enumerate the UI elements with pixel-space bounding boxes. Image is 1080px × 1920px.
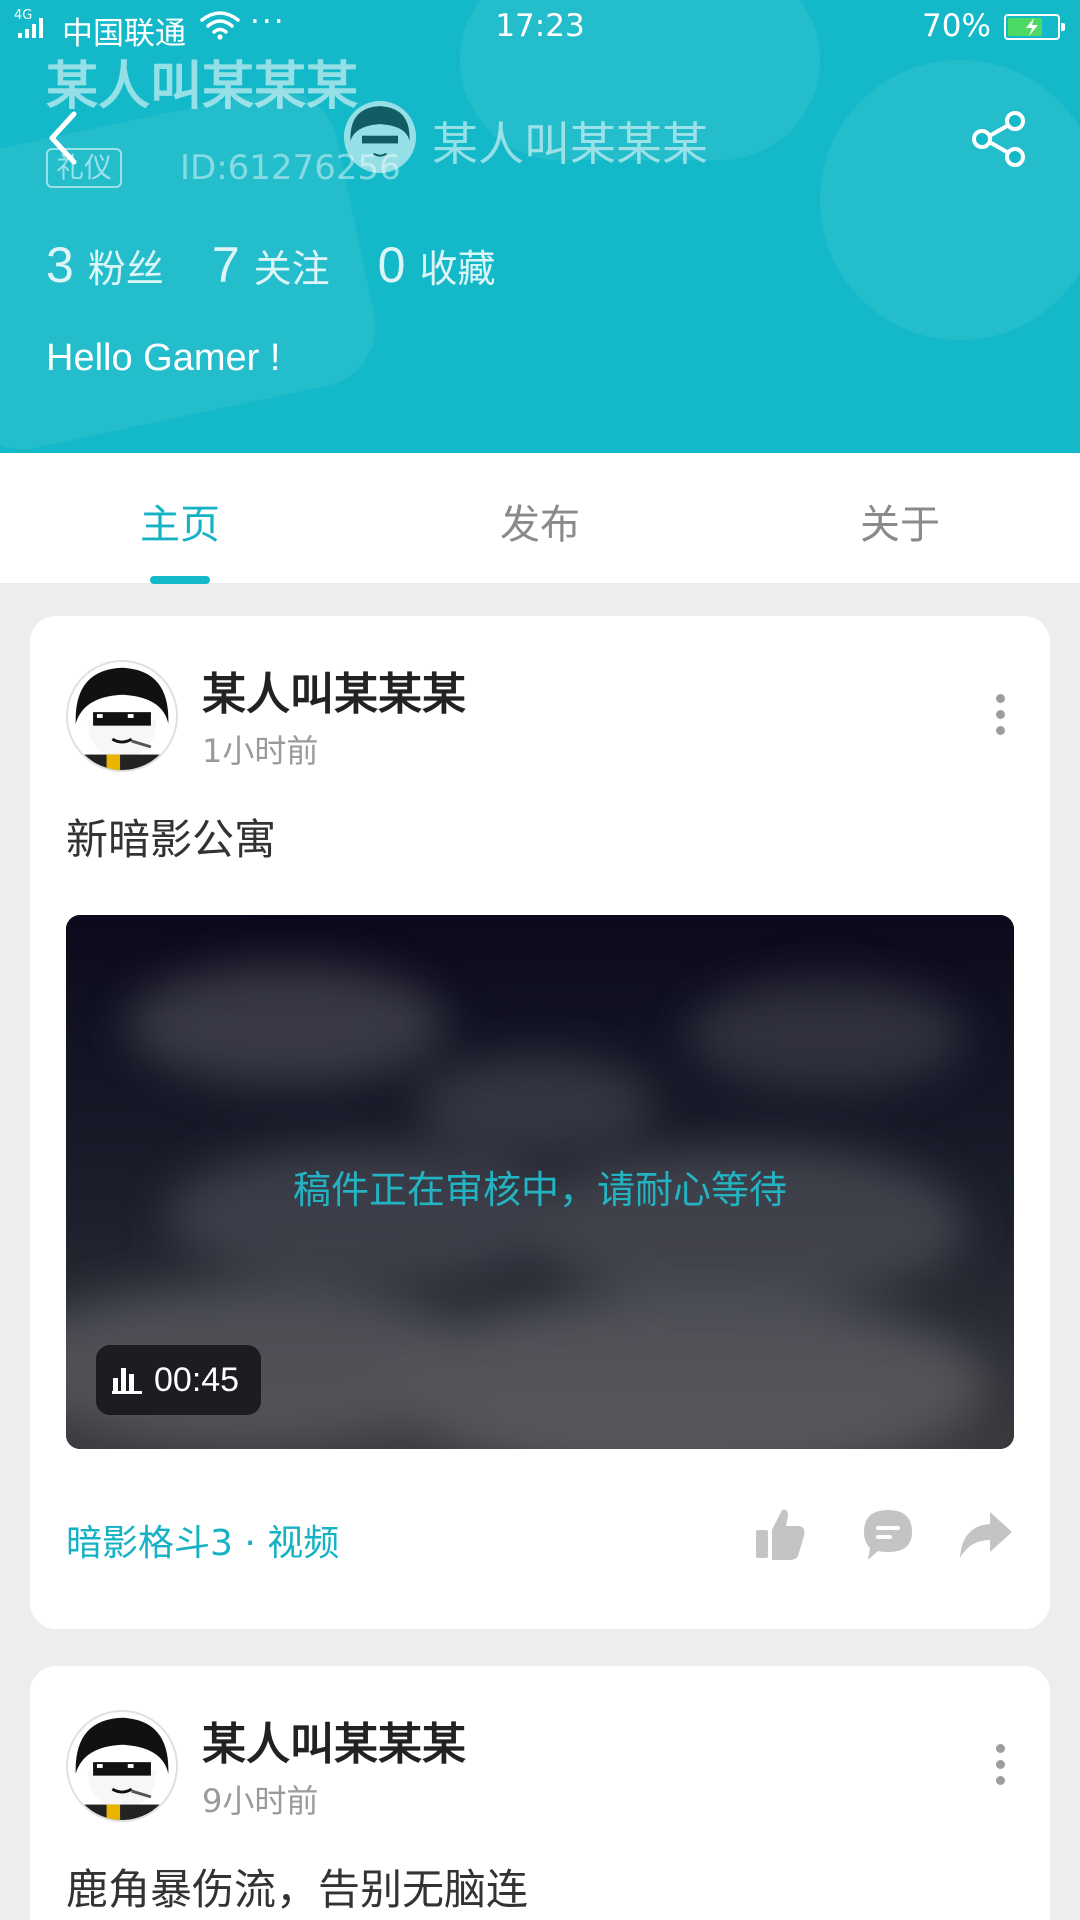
forward-icon [960,1512,1012,1558]
more-vertical-icon[interactable] [992,694,1008,740]
profile-tabs: 主页 发布 关于 [0,453,1080,584]
comment-button[interactable] [860,1504,916,1564]
post-title[interactable]: 鹿角暴伤流，告别无脑连 [66,1856,528,1917]
stat-label: 关注 [253,247,330,291]
bar-chart-icon [112,1368,142,1394]
tab-posts[interactable]: 发布 [360,453,720,583]
chevron-left-icon [49,111,77,165]
post-time: 9小时前 [202,1782,319,1820]
post-title[interactable]: 新暗影公寓 [66,806,276,867]
forward-button[interactable] [958,1504,1014,1564]
header-decoration [820,60,1080,340]
more-vertical-icon[interactable] [992,1744,1008,1790]
post-card[interactable]: 某人叫某某某 9小时前 鹿角暴伤流，告别无脑连 [30,1666,1050,1920]
duration-badge: 00:45 [96,1345,262,1415]
post-card[interactable]: 某人叫某某某 1小时前 新暗影公寓 稿件正在审核中，请耐心等待 00:45 暗影… [30,616,1050,1629]
video-thumbnail[interactable]: 稿件正在审核中，请耐心等待 00:45 [66,915,1014,1449]
tab-about[interactable]: 关于 [720,453,1080,583]
tab-indicator [150,576,210,584]
stat-favorites[interactable]: 0 收藏 [378,236,496,294]
battery-percent: 70% [922,8,991,44]
like-button[interactable] [752,1504,808,1564]
stat-number: 0 [377,237,406,293]
stat-number: 3 [46,237,74,293]
stat-label: 收藏 [419,247,496,291]
back-button[interactable] [40,108,90,168]
comment-icon [864,1510,912,1560]
stat-following[interactable]: 7 关注 [212,236,330,294]
video-duration: 00:45 [154,1360,240,1399]
stat-number: 7 [211,237,240,293]
author-avatar[interactable] [66,1710,178,1822]
stat-fans[interactable]: 3 粉丝 [46,236,164,294]
post-tag-link[interactable]: 暗影格斗3 · 视频 [66,1514,339,1566]
nav-avatar [344,101,416,173]
author-name[interactable]: 某人叫某某某 [202,658,466,722]
share-icon [972,111,1025,167]
profile-name: 某人叫某某某 [46,57,359,117]
share-button[interactable] [968,108,1030,170]
battery-icon [1004,14,1065,40]
thumbs-up-icon [756,1509,805,1560]
review-status-text: 稿件正在审核中，请耐心等待 [292,1168,787,1212]
nav-title: 某人叫某某某 [432,117,708,171]
post-time: 1小时前 [202,732,319,770]
stat-label: 粉丝 [87,247,164,291]
author-name[interactable]: 某人叫某某某 [202,1708,466,1772]
profile-stats: 3 粉丝 7 关注 0 收藏 [46,236,543,294]
author-avatar[interactable] [66,660,178,772]
profile-bio: Hello Gamer ! [46,337,281,379]
profile-header: 4G 中国联通 ··· 17:23 70% 某人叫某某某 礼仪 ID:61276… [0,0,1080,453]
tab-home[interactable]: 主页 [0,453,360,583]
clock: 17:23 [495,8,585,44]
